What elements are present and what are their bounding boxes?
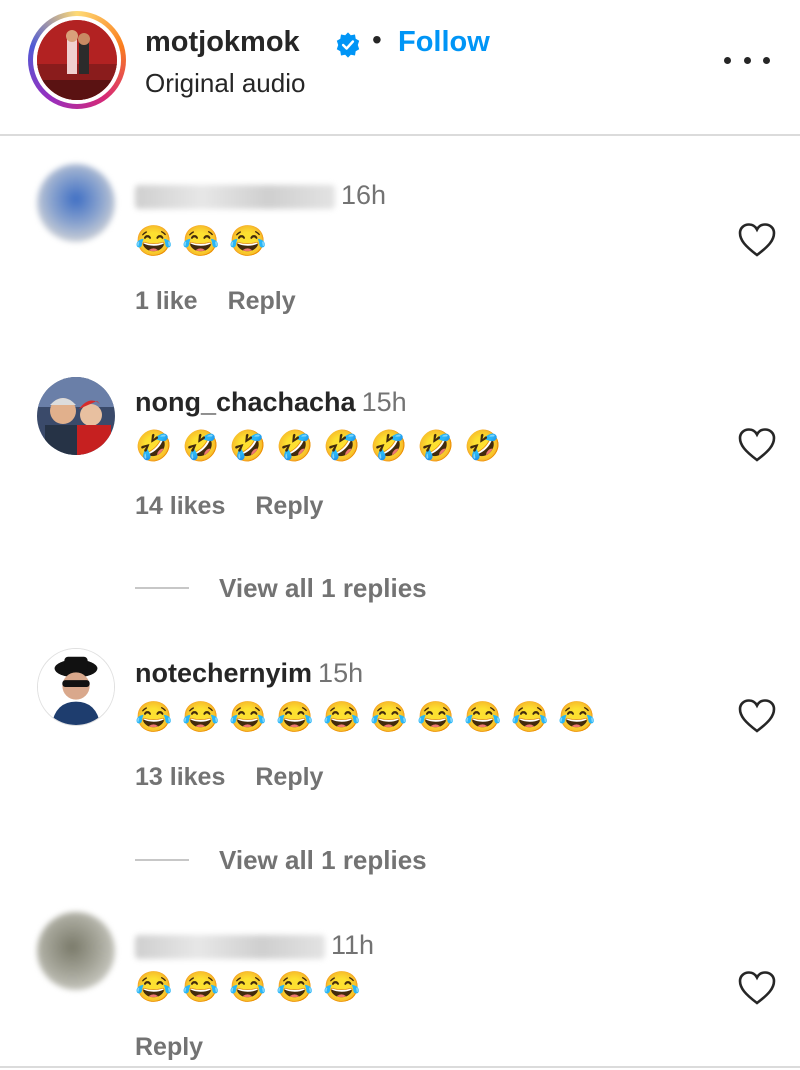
tears-of-joy-emoji: 😂 bbox=[135, 225, 173, 258]
tears-of-joy-emoji: 😂 bbox=[135, 971, 173, 1004]
post-header: motjokmok • Follow Original audio bbox=[0, 0, 800, 136]
tears-of-joy-emoji: 😂 bbox=[135, 701, 173, 734]
like-count[interactable]: 14 likes bbox=[135, 492, 225, 520]
bottom-divider bbox=[0, 1066, 800, 1068]
commenter-username[interactable]: notechernyim bbox=[135, 658, 312, 688]
tears-of-joy-emoji: 😂 bbox=[511, 701, 549, 734]
rofl-emoji: 🤣 bbox=[276, 430, 314, 463]
avatar-photo bbox=[37, 377, 115, 455]
replies-divider-line bbox=[135, 859, 189, 861]
comment-time: 16h bbox=[341, 180, 387, 210]
more-options-icon[interactable] bbox=[724, 40, 770, 80]
rofl-emoji: 🤣 bbox=[182, 430, 220, 463]
like-count[interactable]: 13 likes bbox=[135, 763, 225, 791]
commenter-avatar[interactable] bbox=[37, 164, 115, 242]
tears-of-joy-emoji: 😂 bbox=[370, 701, 408, 734]
comment-meta: 14 likes Reply bbox=[135, 492, 323, 521]
tears-of-joy-emoji: 😂 bbox=[182, 971, 220, 1004]
comment-text: 🤣 🤣 🤣 🤣 🤣 🤣 🤣 🤣 bbox=[135, 429, 502, 465]
rofl-emoji: 🤣 bbox=[323, 430, 361, 463]
reply-button[interactable]: Reply bbox=[135, 1033, 203, 1061]
rofl-emoji: 🤣 bbox=[417, 430, 455, 463]
rofl-emoji: 🤣 bbox=[229, 430, 267, 463]
commenter-avatar[interactable] bbox=[37, 912, 115, 990]
avatar-photo bbox=[38, 649, 114, 725]
reply-button[interactable]: Reply bbox=[255, 492, 323, 520]
tears-of-joy-emoji: 😂 bbox=[229, 225, 267, 258]
tears-of-joy-emoji: 😂 bbox=[464, 701, 502, 734]
follow-button[interactable]: Follow bbox=[398, 26, 490, 59]
separator-dot: • bbox=[372, 24, 382, 55]
avatar-photo bbox=[37, 20, 117, 100]
tears-of-joy-emoji: 😂 bbox=[276, 971, 314, 1004]
rofl-emoji: 🤣 bbox=[135, 430, 173, 463]
audio-label[interactable]: Original audio bbox=[145, 68, 305, 99]
heart-icon[interactable] bbox=[737, 698, 777, 734]
commenter-username[interactable]: nong_chachacha bbox=[135, 387, 356, 417]
view-replies-link[interactable]: View all 1 replies bbox=[219, 573, 427, 604]
comment-meta: 1 like Reply bbox=[135, 287, 296, 316]
comment-text: 😂 😂 😂 😂 😂 bbox=[135, 970, 361, 1006]
tears-of-joy-emoji: 😂 bbox=[276, 701, 314, 734]
comment-meta: Reply bbox=[135, 1033, 203, 1062]
heart-icon[interactable] bbox=[737, 970, 777, 1006]
tears-of-joy-emoji: 😂 bbox=[229, 701, 267, 734]
tears-of-joy-emoji: 😂 bbox=[182, 225, 220, 258]
comment-header: notechernyim 15h bbox=[135, 658, 363, 689]
view-replies-link[interactable]: View all 1 replies bbox=[219, 845, 427, 876]
tears-of-joy-emoji: 😂 bbox=[229, 971, 267, 1004]
comment-time: 15h bbox=[361, 387, 407, 417]
tears-of-joy-emoji: 😂 bbox=[323, 701, 361, 734]
comment-time: 11h bbox=[331, 930, 375, 960]
like-count[interactable]: 1 like bbox=[135, 287, 198, 315]
comment-text: 😂 😂 😂 bbox=[135, 224, 267, 260]
commenter-avatar[interactable] bbox=[37, 648, 115, 726]
tears-of-joy-emoji: 😂 bbox=[558, 701, 596, 734]
tears-of-joy-emoji: 😂 bbox=[323, 971, 361, 1004]
reply-button[interactable]: Reply bbox=[228, 287, 296, 315]
comment-header: 16h bbox=[135, 180, 386, 211]
commenter-avatar[interactable] bbox=[37, 377, 115, 455]
rofl-emoji: 🤣 bbox=[464, 430, 502, 463]
comment-text: 😂 😂 😂 😂 😂 😂 😂 😂 😂 😂 bbox=[135, 700, 596, 736]
tears-of-joy-emoji: 😂 bbox=[417, 701, 455, 734]
rofl-emoji: 🤣 bbox=[370, 430, 408, 463]
comment-header: 11h bbox=[135, 930, 374, 961]
replies-divider-line bbox=[135, 587, 189, 589]
author-username[interactable]: motjokmok bbox=[145, 26, 300, 59]
tears-of-joy-emoji: 😂 bbox=[182, 701, 220, 734]
heart-icon[interactable] bbox=[737, 222, 777, 258]
comment-time: 15h bbox=[318, 658, 364, 688]
blurred-username[interactable] bbox=[135, 934, 325, 959]
blurred-username[interactable] bbox=[135, 184, 335, 209]
comment-header: nong_chachacha 15h bbox=[135, 387, 407, 418]
verified-badge-icon bbox=[336, 32, 360, 58]
story-ring[interactable] bbox=[28, 11, 126, 109]
header-divider bbox=[0, 134, 800, 136]
comment-meta: 13 likes Reply bbox=[135, 763, 323, 792]
author-avatar[interactable] bbox=[37, 20, 117, 100]
heart-icon[interactable] bbox=[737, 427, 777, 463]
reply-button[interactable]: Reply bbox=[255, 763, 323, 791]
